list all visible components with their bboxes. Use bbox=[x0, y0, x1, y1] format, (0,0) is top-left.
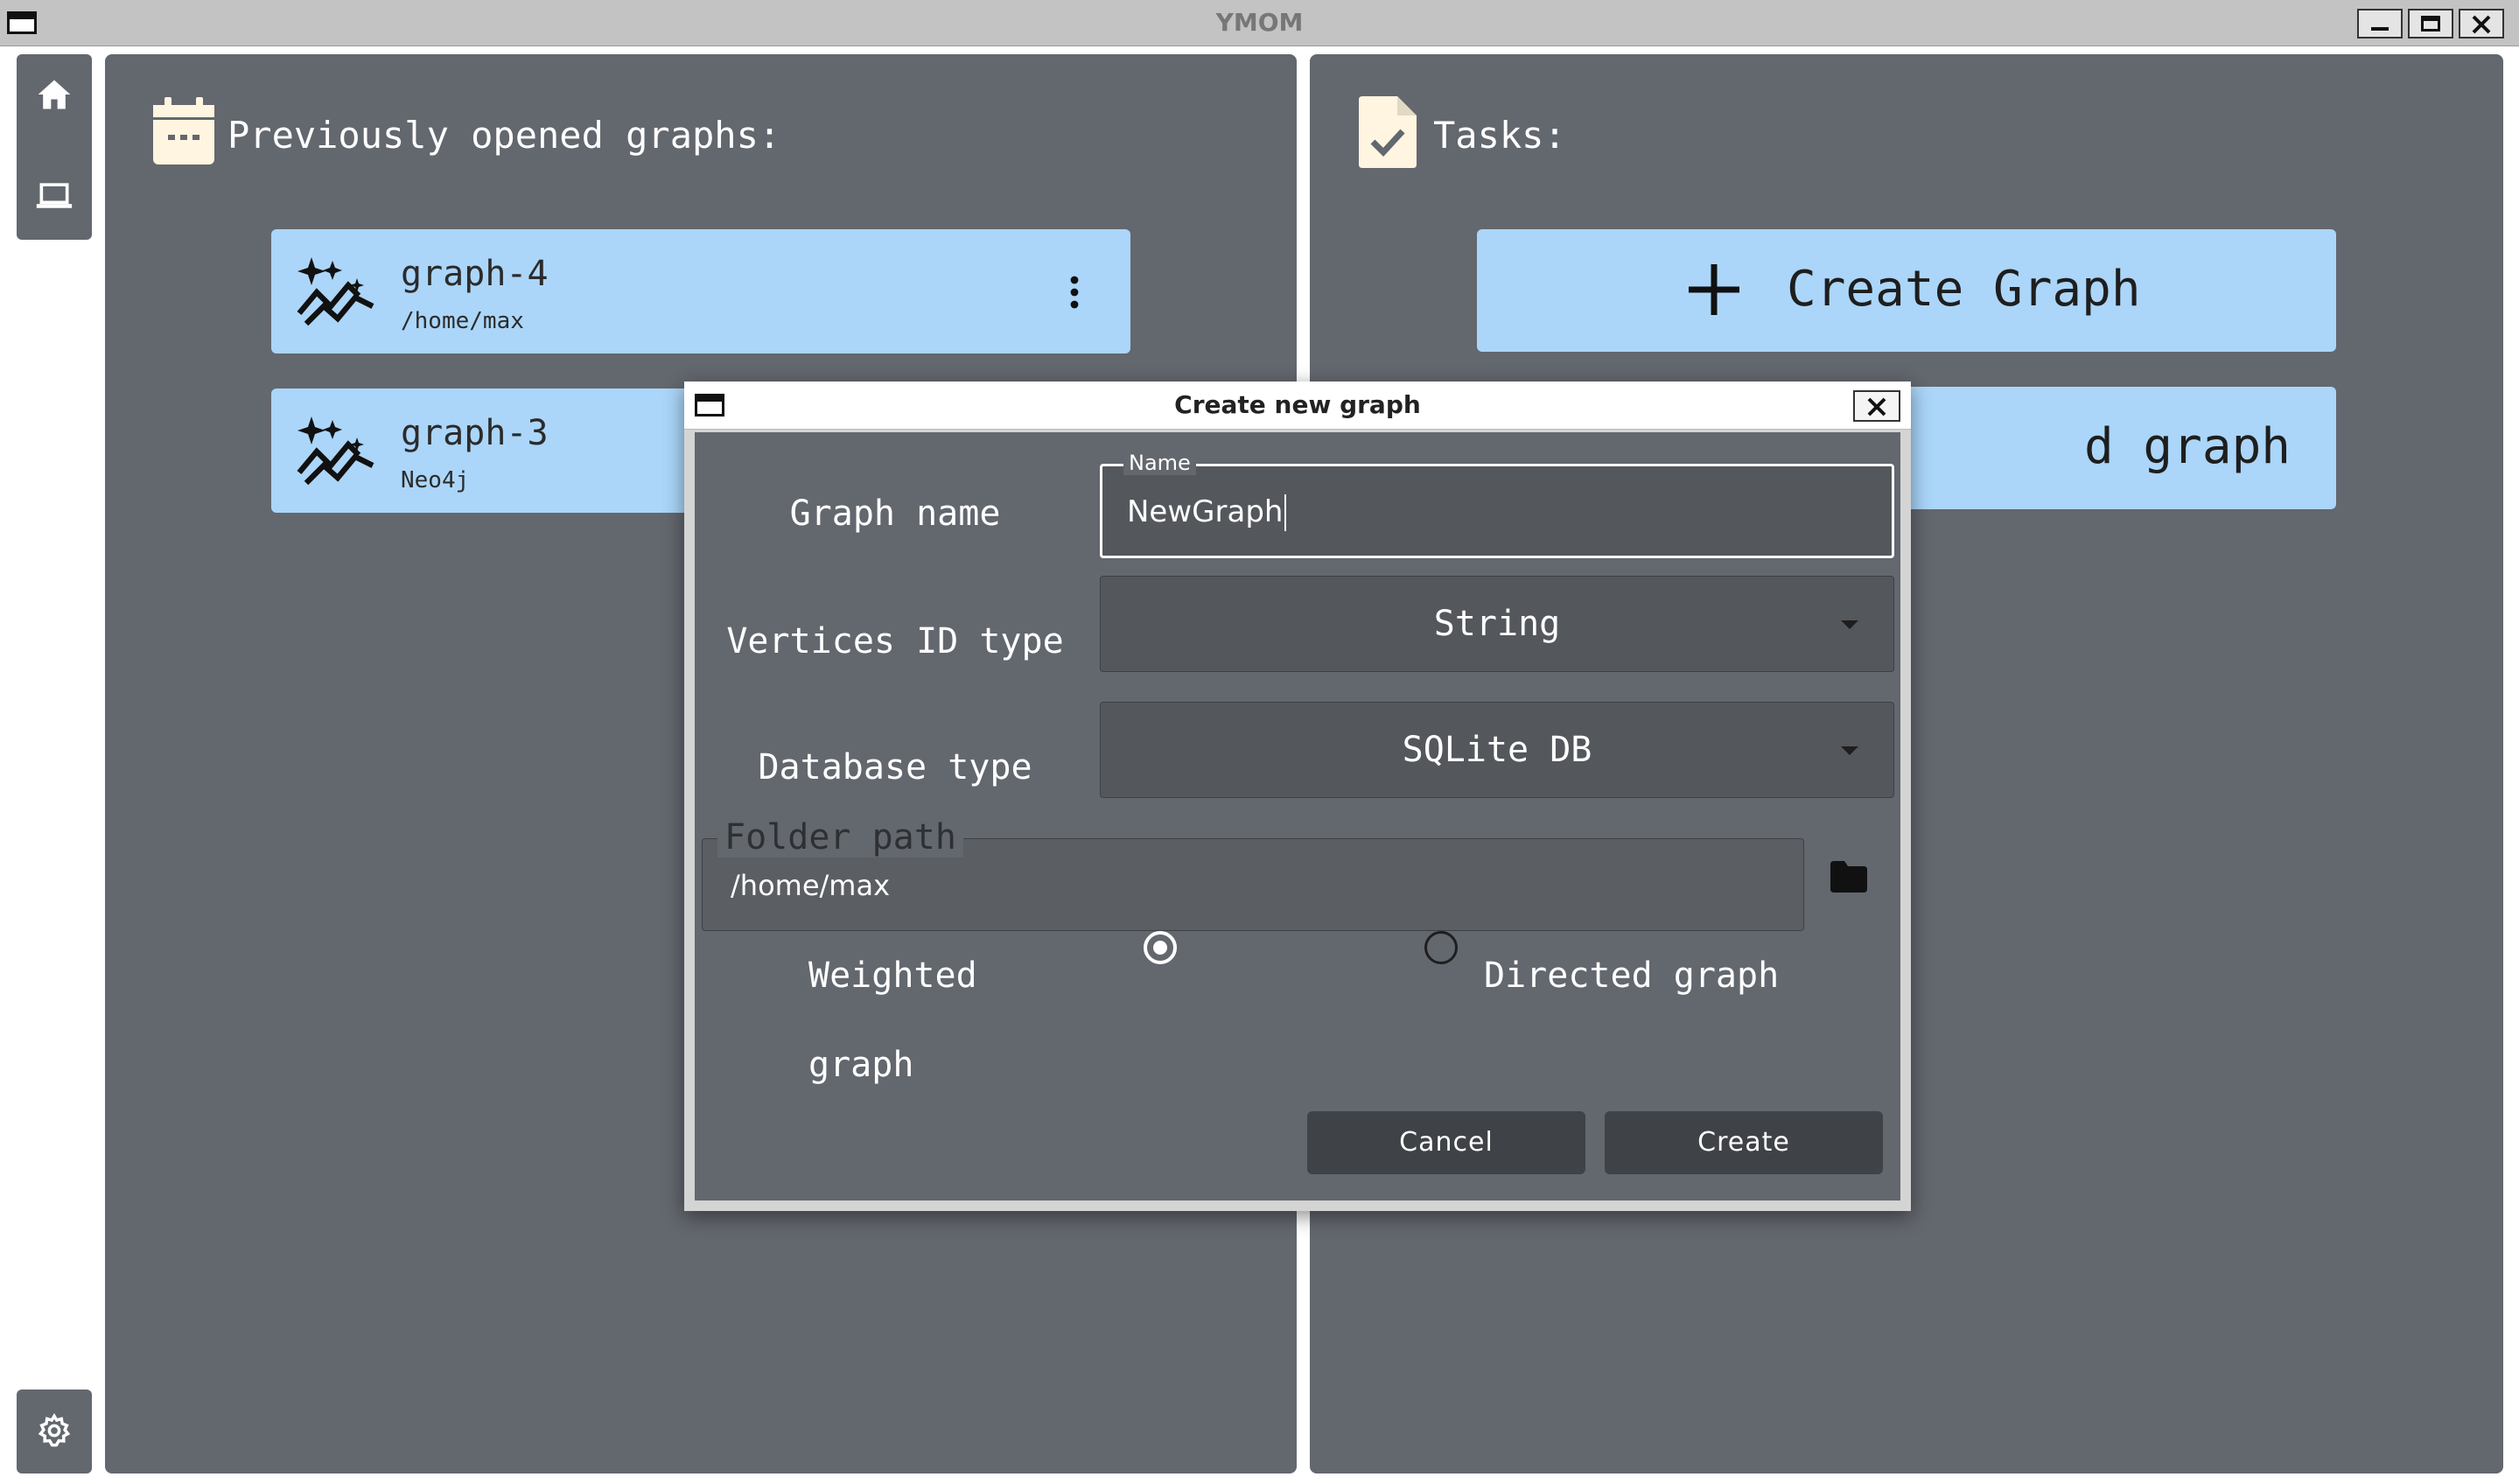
close-icon bbox=[1867, 397, 1886, 416]
close-icon bbox=[2472, 15, 2491, 34]
name-field-label: Name bbox=[1123, 451, 1196, 475]
recent-graphs-heading: Previously opened graphs: bbox=[227, 114, 781, 157]
home-icon bbox=[38, 80, 71, 109]
dialog-titlebar: Create new graph bbox=[684, 382, 1911, 430]
weighted-graph-label: Weighted graph bbox=[808, 956, 977, 1085]
dialog-close-button[interactable] bbox=[1853, 390, 1900, 422]
more-options-button[interactable] bbox=[1066, 275, 1083, 310]
cancel-button[interactable]: Cancel bbox=[1307, 1111, 1585, 1174]
settings-button[interactable] bbox=[17, 1390, 92, 1474]
directed-graph-radio[interactable] bbox=[1424, 931, 1458, 964]
weighted-graph-radio[interactable] bbox=[1144, 931, 1177, 964]
database-type-value: SQLite DB bbox=[1402, 730, 1592, 770]
calendar-icon bbox=[153, 97, 214, 164]
graph-name-input[interactable]: Name NewGraph bbox=[1100, 451, 1894, 558]
graph-location: /home/max bbox=[401, 308, 524, 334]
window-titlebar: YMOM bbox=[0, 0, 2519, 46]
sparkle-chart-icon bbox=[297, 257, 374, 326]
graph-name-label: Graph name bbox=[789, 494, 1001, 534]
dropdown-arrow-icon bbox=[1841, 746, 1858, 755]
maximize-button[interactable] bbox=[2408, 9, 2453, 38]
vertices-id-type-select[interactable]: String bbox=[1100, 576, 1894, 672]
radio-selected-dot bbox=[1153, 941, 1167, 955]
dialog-title: Create new graph bbox=[1174, 390, 1421, 419]
graph-location: Neo4j bbox=[401, 467, 470, 494]
folder-path-label: Folder path bbox=[717, 817, 963, 858]
vertices-id-type-label: Vertices ID type bbox=[726, 621, 1064, 662]
create-graph-label: Create Graph bbox=[1787, 261, 2141, 318]
open-graph-label: d graph bbox=[2084, 418, 2292, 475]
dropdown-arrow-icon bbox=[1841, 620, 1858, 629]
create-button[interactable]: Create bbox=[1605, 1111, 1883, 1174]
database-type-select[interactable]: SQLite DB bbox=[1100, 702, 1894, 798]
create-graph-dialog: Create new graph Graph name Name NewGrap… bbox=[684, 382, 1911, 1211]
text-cursor bbox=[1284, 494, 1286, 531]
plus-icon bbox=[1689, 264, 1739, 315]
folder-path-value: /home/max bbox=[731, 869, 890, 902]
more-vert-icon bbox=[1070, 276, 1079, 309]
dialog-body: Graph name Name NewGraph Vertices ID typ… bbox=[695, 432, 1900, 1200]
tasks-heading: Tasks: bbox=[1433, 114, 1566, 157]
graph-name-value: NewGraph bbox=[1127, 494, 1284, 529]
task-document-icon bbox=[1359, 96, 1417, 168]
laptop-icon bbox=[36, 183, 73, 208]
sparkle-chart-icon bbox=[297, 416, 374, 486]
minimize-button[interactable] bbox=[2357, 9, 2403, 38]
directed-graph-label: Directed graph bbox=[1484, 956, 1780, 996]
folder-icon bbox=[1830, 861, 1867, 892]
nav-home-button[interactable] bbox=[35, 75, 73, 114]
vertices-id-type-value: String bbox=[1433, 604, 1561, 644]
create-graph-button[interactable]: Create Graph bbox=[1477, 229, 2336, 352]
gear-icon bbox=[38, 1412, 71, 1447]
nav-computer-button[interactable] bbox=[35, 177, 73, 215]
graph-name: graph-3 bbox=[401, 413, 549, 453]
nav-rail bbox=[17, 54, 92, 240]
graph-name: graph-4 bbox=[401, 254, 549, 294]
graph-card[interactable]: graph-4 /home/max bbox=[271, 229, 1130, 354]
database-type-label: Database type bbox=[758, 747, 1032, 788]
browse-folder-button[interactable] bbox=[1829, 859, 1869, 894]
close-window-button[interactable] bbox=[2459, 9, 2504, 38]
window-title: YMOM bbox=[1215, 8, 1304, 37]
